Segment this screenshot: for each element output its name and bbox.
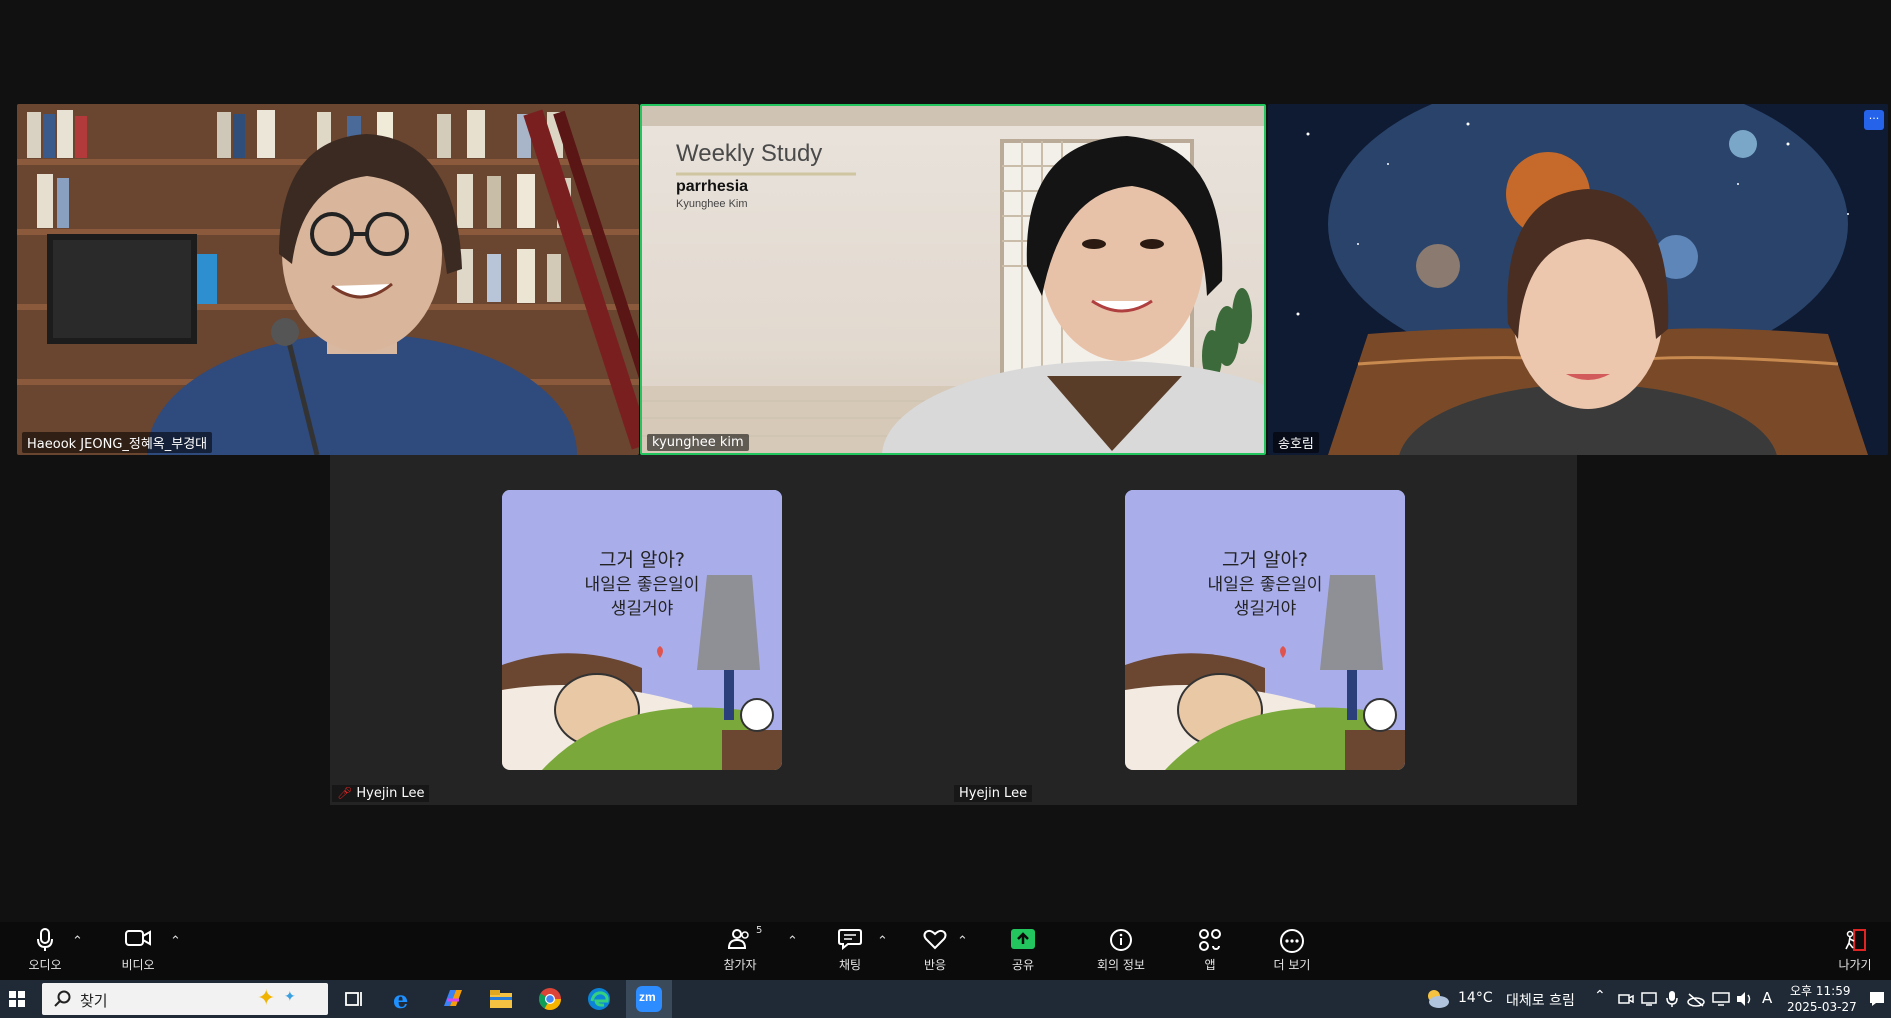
zoom-taskbar-active[interactable]: zm <box>626 980 672 1018</box>
meeting-stage: Haeook JEONG_정혜옥_부경대 Weekly Study parrhe… <box>0 0 1891 922</box>
meeting-info-button[interactable]: 회의 정보 <box>1081 928 1161 973</box>
internet-explorer-icon[interactable]: e <box>390 985 416 1014</box>
slide-title: Weekly Study <box>676 140 823 167</box>
info-icon <box>1081 928 1161 954</box>
share-button[interactable]: 공유 <box>983 928 1063 973</box>
weather-temperature: 14°C <box>1458 990 1493 1006</box>
sleeping-illustration <box>502 490 782 770</box>
participant-name-label: Haeook JEONG_정혜옥_부경대 <box>22 432 213 453</box>
illustration-text-3: 생길거야 <box>610 599 674 619</box>
chat-options-caret-icon[interactable]: ⌃ <box>877 934 888 949</box>
taskbar-search-box[interactable]: 찾기 ✦ ✦ <box>42 983 328 1015</box>
video-tile-songhorim[interactable]: 송호림 ··· <box>1268 104 1888 455</box>
task-view-icon[interactable] <box>341 986 367 1012</box>
illustration-text-1: 그거 알아? <box>598 549 686 571</box>
illustration-text-3: 생길거야 <box>1233 599 1297 619</box>
screen-share-tray-icon[interactable] <box>1641 991 1657 1011</box>
illustration-text-2: 내일은 좋은일이 <box>584 575 700 595</box>
more-button[interactable]: 더 보기 <box>1252 928 1332 973</box>
weather-description: 대체로 흐림 <box>1506 993 1575 1009</box>
file-explorer-icon[interactable] <box>488 986 514 1012</box>
apps-button[interactable]: 앱 <box>1170 928 1250 973</box>
video-button[interactable]: 비디오 <box>98 928 178 973</box>
search-icon <box>54 990 72 1012</box>
weather-cloud-icon <box>1424 987 1450 1015</box>
clock-time[interactable]: 오후 11:59 <box>1790 982 1850 999</box>
reactions-options-caret-icon[interactable]: ⌃ <box>957 934 968 949</box>
more-dots-icon <box>1252 928 1332 954</box>
edge-icon[interactable] <box>586 986 612 1012</box>
participant-name-label-hyejin-1: 🎤︎ Hyejin Lee <box>332 785 430 802</box>
network-icon[interactable] <box>1712 991 1730 1011</box>
video-tile-kyunghee[interactable]: Weekly Study parrhesia Kyunghee Kim kyun… <box>640 104 1266 455</box>
profile-picture-hyejin: 그거 알아? 내일은 좋은일이 생길거야 <box>1125 490 1405 770</box>
apps-icon <box>1170 928 1250 954</box>
participant-name-label: 송호림 <box>1273 432 1319 453</box>
bookshelf-background <box>17 104 639 455</box>
windows-start-icon[interactable] <box>9 991 25 1007</box>
copilot-app-icon[interactable] <box>440 986 466 1012</box>
participants-button[interactable]: 참가자 <box>700 928 780 973</box>
tile-more-button[interactable]: ··· <box>1864 110 1884 130</box>
microphone-tray-icon[interactable] <box>1665 990 1679 1012</box>
illustration-text-2: 내일은 좋은일이 <box>1207 575 1323 595</box>
ime-indicator[interactable]: A <box>1762 989 1772 1007</box>
illustration-text-1: 그거 알아? <box>1221 549 1309 571</box>
onedrive-cloud-icon[interactable] <box>1687 992 1705 1011</box>
video-tile-haeook[interactable]: Haeook JEONG_정혜옥_부경대 <box>17 104 639 455</box>
notification-icon[interactable] <box>1868 990 1886 1012</box>
slide-author: Kyunghee Kim <box>676 198 748 210</box>
participant-name-label: kyunghee kim <box>647 434 749 451</box>
video-camera-icon <box>98 928 178 954</box>
clock-date[interactable]: 2025-03-27 <box>1787 1000 1857 1014</box>
muted-mic-icon: 🎤︎ <box>337 786 353 800</box>
volume-icon[interactable] <box>1736 991 1754 1011</box>
copilot-sparkle-icon: ✦ <box>257 986 276 1011</box>
leave-door-icon <box>1825 928 1885 954</box>
share-screen-icon <box>983 928 1063 954</box>
meeting-toolbar: 오디오 ⌃ 비디오 ⌃ 참가자 5 ⌃ 채팅 ⌃ 반응 ⌃ 공유 회의 정보 앱… <box>0 922 1891 980</box>
participants-options-caret-icon[interactable]: ⌃ <box>787 934 798 949</box>
sleeping-illustration <box>1125 490 1405 770</box>
svg-text:e: e <box>393 986 408 1012</box>
audio-options-caret-icon[interactable]: ⌃ <box>72 934 83 949</box>
show-hidden-icons-chevron-icon[interactable]: ⌃ <box>1594 988 1606 1004</box>
windows-taskbar: 찾기 ✦ ✦ e zm 14°C 대체로 흐림 ⌃ A 오후 11:59 202… <box>0 980 1891 1018</box>
profile-picture-hyejin: 그거 알아? 내일은 좋은일이 생길거야 <box>502 490 782 770</box>
leave-button[interactable]: 나가기 <box>1825 928 1885 973</box>
slide-subtitle: parrhesia <box>676 178 749 195</box>
participant-name-label-hyejin-2: Hyejin Lee <box>954 785 1033 802</box>
space-background <box>1268 104 1888 455</box>
chrome-icon[interactable] <box>537 986 563 1012</box>
participants-icon <box>700 928 780 954</box>
zoom-app-icon: zm <box>636 986 662 1012</box>
participants-count: 5 <box>756 925 763 936</box>
meet-now-icon[interactable] <box>1618 991 1634 1011</box>
video-options-caret-icon[interactable]: ⌃ <box>170 934 181 949</box>
copilot-sparkle-icon-small: ✦ <box>284 989 296 1005</box>
